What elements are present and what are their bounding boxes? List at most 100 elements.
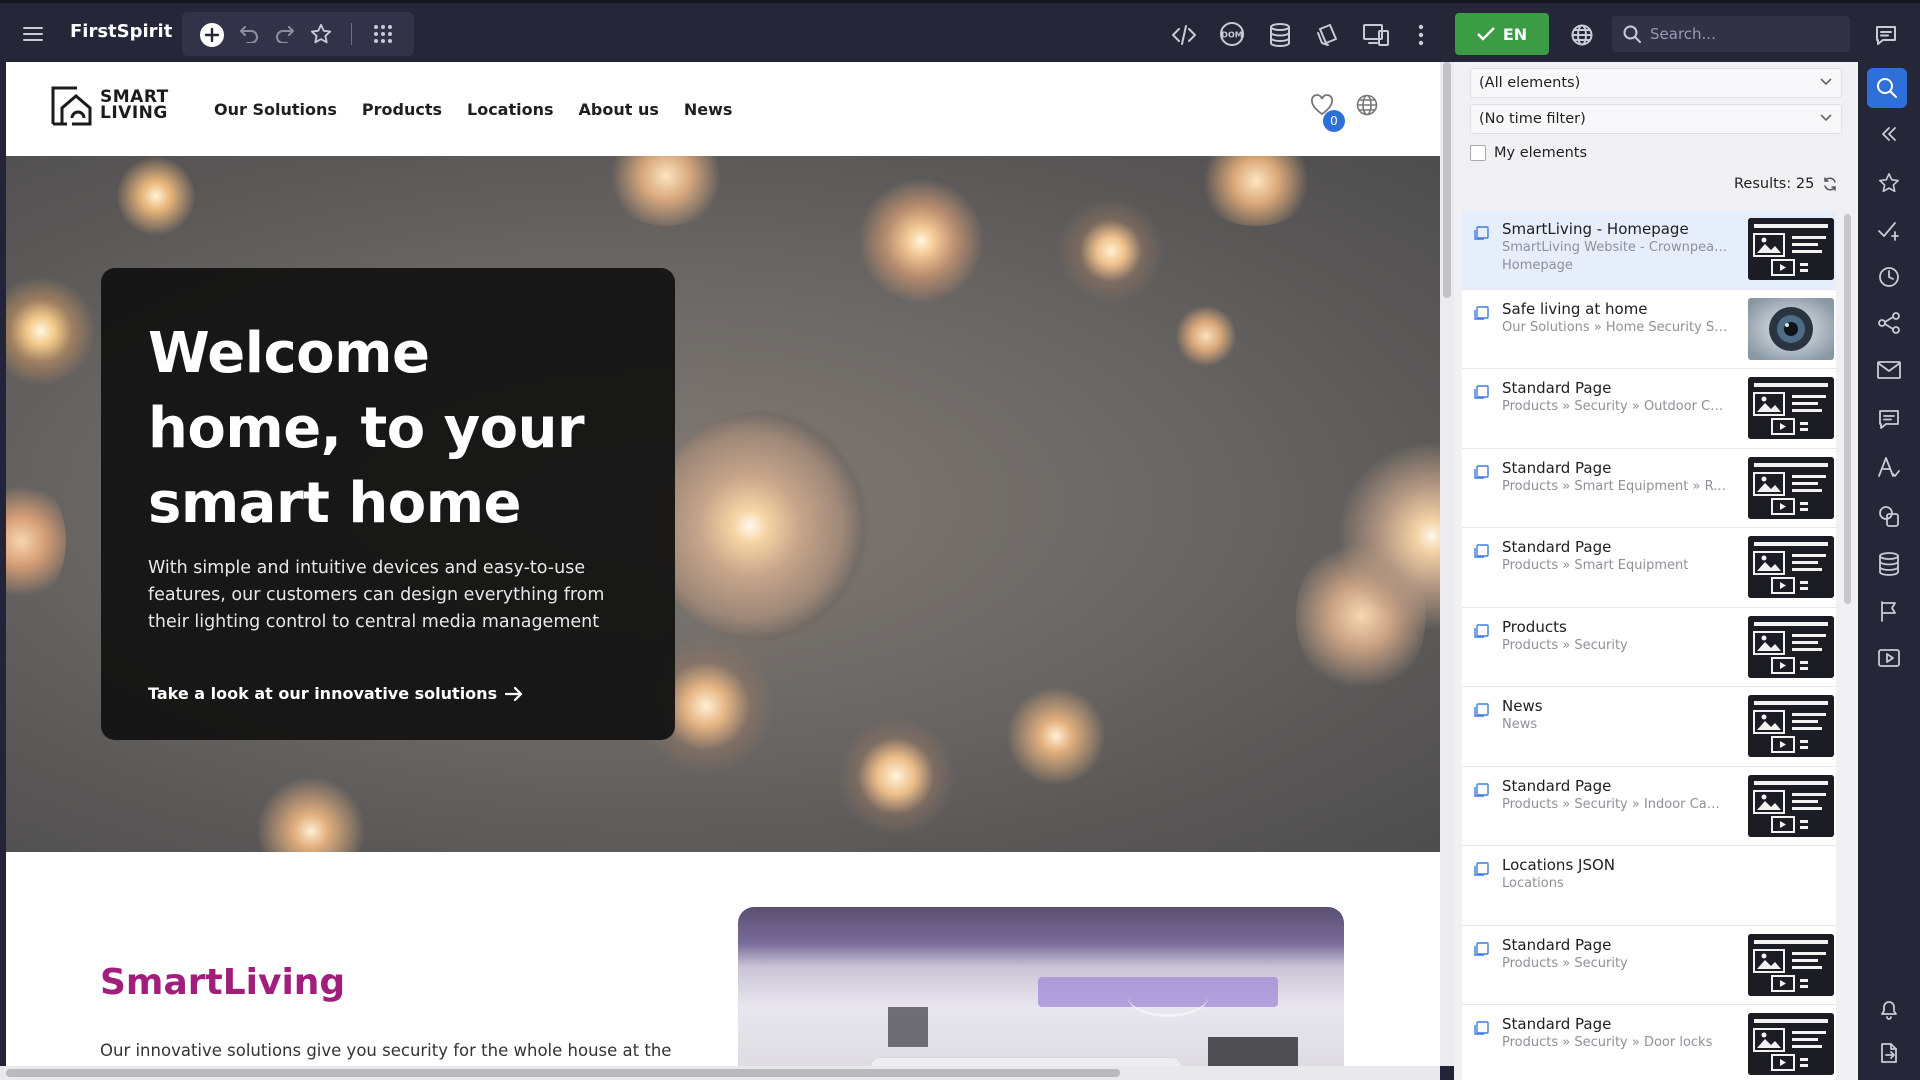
bulb-decoration	[116, 156, 196, 236]
nav-our-solutions[interactable]: Our Solutions	[214, 100, 337, 119]
result-item[interactable]: Standard Page Products » Security » Indo…	[1462, 766, 1836, 846]
nav-about-us[interactable]: About us	[579, 100, 659, 119]
tasks-icon[interactable]	[1858, 220, 1920, 242]
chevron-down-icon	[1820, 114, 1832, 122]
bulb-decoration	[856, 176, 986, 306]
panel-scroll-thumb[interactable]	[1844, 214, 1851, 604]
language-button[interactable]: EN	[1455, 13, 1549, 55]
history-icon[interactable]	[1858, 266, 1920, 288]
result-item[interactable]: Standard Page Products » Security	[1462, 925, 1836, 1005]
result-title: Safe living at home	[1502, 299, 1648, 318]
hero-cta-link[interactable]: Take a look at our innovative solutions	[148, 684, 523, 703]
result-title: Locations JSON	[1502, 856, 1615, 874]
page-thumbnail	[1748, 1013, 1834, 1075]
code-icon[interactable]	[1170, 21, 1198, 49]
site-nav: Our Solutions Products Locations About u…	[214, 100, 732, 119]
dom-icon[interactable]: DOM	[1218, 20, 1246, 48]
result-item[interactable]: SmartLiving - Homepage SmartLiving Websi…	[1462, 210, 1836, 290]
devices-icon[interactable]	[1362, 21, 1390, 49]
result-path: Products » Security	[1502, 955, 1628, 971]
page-reference-icon	[1474, 781, 1490, 797]
horizontal-scrollbar[interactable]	[0, 1066, 1440, 1080]
search-input[interactable]	[1650, 16, 1846, 52]
refresh-icon[interactable]	[1822, 176, 1838, 192]
result-item[interactable]: Locations JSON Locations	[1462, 846, 1836, 926]
result-item[interactable]: Standard Page Products » Smart Equipment…	[1462, 448, 1836, 528]
typography-icon[interactable]	[1858, 456, 1920, 478]
undo-icon[interactable]	[236, 21, 262, 47]
results-label: Results: 25	[1734, 176, 1815, 192]
apps-grid-icon[interactable]	[370, 21, 396, 47]
right-sidebar-rail	[1858, 62, 1920, 1080]
page-reference-icon	[1474, 304, 1490, 320]
mail-icon[interactable]	[1858, 360, 1920, 380]
collapse-icon[interactable]	[1858, 124, 1920, 144]
page-reference-icon	[1474, 542, 1490, 558]
time-filter[interactable]: (No time filter)	[1470, 104, 1842, 134]
site-language-globe-icon[interactable]	[1356, 94, 1378, 116]
chat-icon[interactable]	[1872, 21, 1900, 49]
horizontal-scroll-thumb[interactable]	[6, 1069, 1120, 1077]
my-elements-checkbox[interactable]	[1470, 145, 1486, 161]
panel-scrollbar[interactable]	[1844, 210, 1852, 1080]
page-reference-icon	[1474, 940, 1490, 956]
result-item[interactable]: Standard Page Products » Security » Door…	[1462, 1005, 1836, 1080]
result-item[interactable]: Safe living at home Our Solutions » Home…	[1462, 289, 1836, 369]
nav-news[interactable]: News	[684, 100, 733, 119]
star-icon[interactable]	[308, 21, 334, 47]
bulb-decoration	[651, 411, 871, 641]
bulb-decoration	[1056, 196, 1166, 306]
bulb-decoration	[6, 276, 96, 386]
database-icon[interactable]	[1858, 552, 1920, 576]
page-thumbnail	[1748, 536, 1834, 598]
result-title: SmartLiving - Homepage	[1502, 220, 1689, 238]
flag-icon[interactable]	[1858, 600, 1920, 622]
vertical-scrollbar[interactable]	[1440, 62, 1454, 1066]
result-title: Standard Page	[1502, 935, 1612, 954]
database-icon[interactable]	[1266, 21, 1294, 49]
top-toolbar: FirstSpirit DOM EN	[0, 0, 1920, 62]
more-vertical-icon[interactable]	[1408, 21, 1434, 49]
my-elements-label: My elements	[1494, 145, 1588, 161]
globe-icon[interactable]	[1568, 21, 1596, 49]
page-thumbnail	[1748, 377, 1834, 439]
ceiling-fan-shape	[1128, 977, 1208, 1017]
my-elements-option[interactable]: My elements	[1470, 145, 1587, 161]
result-item[interactable]: Standard Page Products » Security » Outd…	[1462, 369, 1836, 449]
search-icon	[1877, 78, 1897, 98]
toolbar-divider	[351, 23, 352, 45]
picture-frame-shape	[888, 1007, 928, 1047]
menu-icon[interactable]	[20, 21, 46, 47]
page-thumbnail	[1748, 695, 1834, 757]
result-path: Products » Smart Equipment » Rob...	[1502, 478, 1730, 494]
video-icon[interactable]	[1858, 648, 1920, 668]
result-item[interactable]: Products Products » Security	[1462, 607, 1836, 687]
share-icon[interactable]	[1858, 312, 1920, 334]
section-brand-title: SmartLiving	[100, 962, 346, 1003]
page-reference-icon	[1474, 224, 1490, 240]
website-preview: SMART LIVING Our Solutions Products Loca…	[6, 62, 1440, 1072]
element-type-filter[interactable]: (All elements)	[1470, 68, 1842, 98]
result-subtitle: Homepage	[1502, 258, 1573, 273]
house-logo-icon	[51, 86, 92, 126]
site-logo[interactable]: SMART LIVING	[50, 84, 169, 126]
site-header: SMART LIVING Our Solutions Products Loca…	[6, 62, 1440, 156]
result-item[interactable]: News News	[1462, 687, 1836, 767]
nav-products[interactable]: Products	[362, 100, 442, 119]
bell-icon[interactable]	[1858, 998, 1920, 1020]
add-icon[interactable]	[198, 21, 226, 49]
export-icon[interactable]	[1858, 1042, 1920, 1064]
pages-icon[interactable]	[1314, 21, 1342, 49]
nav-locations[interactable]: Locations	[467, 100, 554, 119]
search-results-panel: (All elements) (No time filter) My eleme…	[1454, 62, 1858, 1080]
vertical-scroll-thumb[interactable]	[1443, 62, 1451, 298]
result-item[interactable]: Standard Page Products » Smart Equipment	[1462, 528, 1836, 608]
rail-search-button[interactable]	[1867, 68, 1907, 108]
redo-icon[interactable]	[272, 21, 298, 47]
star-icon[interactable]	[1858, 172, 1920, 194]
svg-text:DOM: DOM	[1221, 31, 1242, 40]
media-icon[interactable]	[1858, 504, 1920, 528]
search-icon	[1622, 24, 1642, 44]
comments-icon[interactable]	[1858, 408, 1920, 430]
page-reference-icon	[1474, 860, 1490, 876]
